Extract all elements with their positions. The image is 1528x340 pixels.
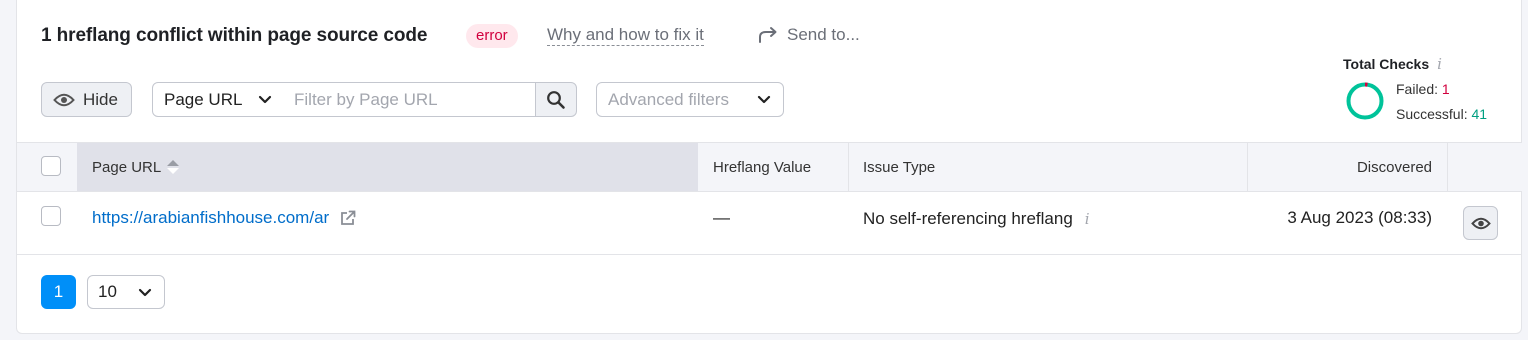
hide-button[interactable]: Hide (41, 82, 132, 117)
view-details-button[interactable] (1463, 206, 1498, 240)
page-button-1[interactable]: 1 (41, 275, 76, 309)
status-badge: error (466, 24, 518, 48)
select-all-checkbox[interactable] (41, 156, 61, 176)
page-size-select[interactable]: 10 (87, 275, 165, 309)
info-icon[interactable]: i (1085, 210, 1090, 228)
column-header-page-url[interactable]: Page URL (77, 143, 698, 191)
issue-type-header-label: Issue Type (863, 158, 936, 176)
send-to-button[interactable]: Send to... (757, 25, 860, 45)
failed-label: Failed: (1396, 81, 1439, 97)
total-checks-label: Total Checks (1343, 56, 1430, 72)
page-size-value: 10 (98, 282, 117, 301)
chevron-down-icon (138, 288, 152, 297)
search-icon (547, 90, 565, 109)
chevron-down-icon (258, 95, 272, 104)
issue-card: 1 hreflang conflict within page source c… (16, 0, 1522, 334)
eye-icon (1470, 217, 1491, 229)
search-button[interactable] (535, 82, 577, 117)
discovered-header-label: Discovered (1356, 158, 1432, 176)
successful-value: 41 (1471, 106, 1488, 122)
donut-success-arc (1346, 82, 1384, 120)
eye-icon (53, 93, 75, 106)
successful-count: Successful: 41 (1396, 106, 1487, 122)
fix-help-link[interactable]: Why and how to fix it (547, 25, 704, 46)
row-checkbox[interactable] (41, 206, 61, 226)
chevron-down-icon (757, 95, 771, 104)
page-url-cell: https://arabianfishhouse.com/ar (92, 208, 357, 228)
page-url-header-label: Page URL (92, 158, 162, 176)
share-arrow-icon (759, 27, 777, 43)
info-icon[interactable]: i (1437, 55, 1442, 73)
column-header-discovered: Discovered (1248, 143, 1432, 191)
total-checks-title: Total Checks i (1343, 55, 1442, 73)
column-select-value: Page URL (164, 89, 243, 109)
page-url-link[interactable]: https://arabianfishhouse.com/ar (92, 208, 329, 228)
send-to-label: Send to... (787, 25, 860, 44)
hreflang-value-cell: — (713, 208, 730, 227)
advanced-filters-label: Advanced filters (608, 89, 729, 109)
external-link-icon[interactable] (339, 209, 357, 227)
filter-url-input[interactable] (284, 82, 536, 117)
issue-type-cell: No self-referencing hreflang i (863, 209, 1090, 229)
page-title: 1 hreflang conflict within page source c… (41, 25, 428, 46)
table-header: Page URL Hreflang Value Issue Type Disco… (17, 142, 1522, 192)
failed-count: Failed: 1 (1396, 81, 1450, 97)
failed-value: 1 (1441, 81, 1450, 97)
column-select[interactable]: Page URL (152, 82, 285, 117)
table-row: https://arabianfishhouse.com/ar — No sel… (17, 192, 1522, 255)
discovered-cell: 3 Aug 2023 (08:33) (1287, 208, 1432, 227)
column-header-hreflang-value: Hreflang Value (713, 143, 848, 191)
sort-arrows-icon (167, 160, 180, 174)
column-divider (848, 143, 849, 191)
checks-donut-chart (1346, 82, 1384, 120)
advanced-filters-select[interactable]: Advanced filters (596, 82, 784, 117)
column-divider (1447, 143, 1448, 191)
issue-type-text: No self-referencing hreflang (863, 209, 1073, 228)
column-header-issue-type: Issue Type (863, 143, 1243, 191)
hide-label: Hide (83, 89, 118, 109)
hreflang-header-label: Hreflang Value (713, 158, 812, 176)
successful-label: Successful: (1396, 106, 1468, 122)
